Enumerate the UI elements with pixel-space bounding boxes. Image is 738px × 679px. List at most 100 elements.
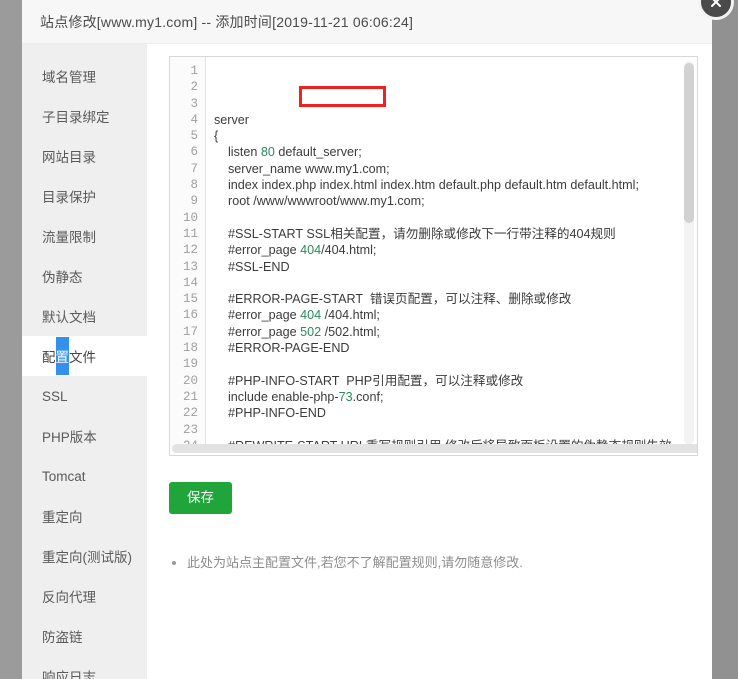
config-file-editor[interactable]: 123456789101112131415161718192021222324 … [169,56,698,456]
sidebar-item-label: 默认文档 [42,310,96,325]
sidebar-item-label: 目录保护 [42,190,96,205]
code-line: #error_page 404 /404.html; [214,307,697,323]
line-number: 6 [190,145,198,160]
code-token: server [214,112,249,127]
sidebar-item-0[interactable]: 域名管理 [22,56,147,96]
code-token: #SSL-START SSL相关配置，请勿删除或修改下一行带注释的404规则 [214,226,616,241]
modal-title: 站点修改[www.my1.com] -- 添加时间[2019-11-21 06:… [40,13,414,30]
sidebar-item-label: 响应日志 [42,670,96,679]
code-number-token: 73 [338,389,353,404]
code-line: root /www/wwwroot/www.my1.com; [214,193,697,209]
line-number: 1 [190,64,198,78]
line-number: 4 [190,112,198,127]
page-backdrop-right [712,0,738,679]
sidebar-item-4[interactable]: 流量限制 [22,216,147,256]
line-number: 9 [190,194,198,209]
sidebar-item-8[interactable]: SSL [22,376,147,416]
code-token: { [214,129,219,144]
line-number: 12 [182,243,198,258]
line-number: 16 [182,308,198,323]
sidebar-item-label: 子目录绑定 [42,110,110,125]
modal-header: 站点修改[www.my1.com] -- 添加时间[2019-11-21 06:… [22,0,712,44]
sidebar-item-11[interactable]: 重定向 [22,496,147,536]
sidebar-item-3[interactable]: 目录保护 [22,176,147,216]
code-number-token: 80 [260,145,275,160]
code-token: #error_page [214,243,301,258]
code-token: /404.html; [321,308,380,323]
sidebar-item-6[interactable]: 默认文档 [22,296,147,336]
line-number: 13 [182,259,198,274]
code-token: #error_page [214,324,301,339]
code-token: root /www/wwwroot/www.my1.com; [214,194,425,209]
code-line: #ERROR-PAGE-START 错误页配置，可以注释、删除或修改 [214,291,697,307]
sidebar-item-label: SSL [42,388,68,404]
code-token: index index.php index.html index.htm def… [214,178,639,193]
line-number: 21 [182,389,198,404]
editor-line-numbers: 123456789101112131415161718192021222324 [170,57,206,449]
code-token: listen [214,145,261,160]
code-token: server_name www.my1.com; [214,161,390,176]
code-token: include enable-php- [214,389,339,404]
settings-content-pane: 123456789101112131415161718192021222324 … [147,44,712,679]
line-number: 2 [190,80,198,95]
site-edit-modal: 站点修改[www.my1.com] -- 添加时间[2019-11-21 06:… [22,0,734,679]
line-number: 15 [182,292,198,307]
line-number: 14 [182,275,198,290]
code-line: server_name www.my1.com; [214,161,697,177]
code-line: { [214,128,697,144]
code-token: /502.html; [321,324,380,339]
line-number: 19 [182,357,198,372]
code-number-token: 404 [300,308,322,323]
footer-note-text: 此处为站点主配置文件,若您不了解配置规则,请勿随意修改. [187,554,523,570]
code-line: listen 80 default_server; [214,144,697,160]
sidebar-item-2[interactable]: 网站目录 [22,136,147,176]
code-token: #SSL-END [214,259,290,274]
sidebar-item-label: 网站目录 [42,150,96,165]
sidebar-item-label: PHP版本 [42,430,97,445]
line-number: 22 [182,406,198,421]
line-number: 18 [182,341,198,356]
sidebar-item-9[interactable]: PHP版本 [22,416,147,456]
sidebar-item-14[interactable]: 防盗链 [22,616,147,656]
sidebar-item-5[interactable]: 伪静态 [22,256,147,296]
save-button[interactable]: 保存 [169,482,232,514]
code-token: #PHP-INFO-END [214,406,326,421]
code-token: #error_page [214,308,301,323]
sidebar-item-1[interactable]: 子目录绑定 [22,96,147,136]
sidebar-item-12[interactable]: 重定向(测试版) [22,536,147,576]
code-line: #error_page 502 /502.html; [214,324,697,340]
line-number: 11 [182,226,198,241]
line-number: 23 [182,422,198,437]
editor-vertical-scrollbar-thumb[interactable] [684,63,694,223]
code-line: include enable-php-73.conf; [214,389,697,405]
sidebar-item-label: 伪静态 [42,270,83,285]
line-number: 8 [190,178,198,193]
code-line: #error_page 404/404.html; [214,242,697,258]
code-token: default_server; [274,145,362,160]
line-number: 10 [182,210,198,225]
sidebar-item-13[interactable]: 反向代理 [22,576,147,616]
code-line: #SSL-END [214,259,697,275]
line-number: 5 [190,129,198,144]
footer-note-item: 此处为站点主配置文件,若您不了解配置规则,请勿随意修改. [187,552,698,571]
code-line: #SSL-START SSL相关配置，请勿删除或修改下一行带注释的404规则 [214,226,697,242]
code-line: index index.php index.html index.htm def… [214,177,697,193]
code-token: /404.html; [321,243,377,258]
line-number: 17 [182,324,198,339]
text-selection-highlight: 置 [55,346,69,366]
code-token: .conf; [352,389,384,404]
sidebar-item-label: 防盗链 [42,630,83,645]
sidebar-item-10[interactable]: Tomcat [22,456,147,496]
code-line: #ERROR-PAGE-END [214,340,697,356]
sidebar-item-label: 重定向 [42,510,83,525]
sidebar-item-label: 重定向(测试版) [42,550,132,565]
editor-horizontal-scrollbar-thumb[interactable] [172,444,697,453]
sidebar-item-15[interactable]: 响应日志 [22,656,147,679]
sidebar-item-7[interactable]: 配置文件 [22,336,147,376]
editor-code-area[interactable]: server { listen 80 default_server; server… [206,57,697,449]
code-line: server [214,112,697,128]
settings-sidebar: 域名管理子目录绑定网站目录目录保护流量限制伪静态默认文档配置文件 SSL PHP版本… [22,44,147,679]
